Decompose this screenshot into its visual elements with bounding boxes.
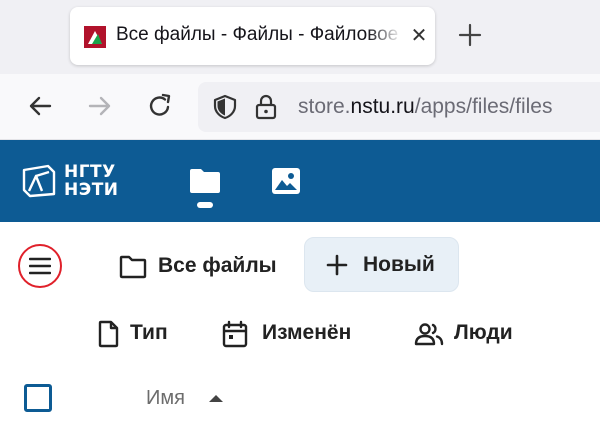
url-text: store.nstu.ru/apps/files/files: [298, 95, 552, 119]
filter-type[interactable]: Тип: [96, 318, 186, 350]
address-bar[interactable]: store.nstu.ru/apps/files/files: [198, 82, 600, 132]
url-prefix: store.: [298, 95, 351, 118]
filter-type-label: Тип: [130, 321, 168, 344]
logo-line2: НЭТИ: [64, 180, 119, 200]
filter-modified[interactable]: Изменён: [222, 318, 372, 350]
logo-line1: НГТУ: [64, 162, 116, 182]
file-icon: [98, 320, 119, 348]
forward-icon[interactable]: [84, 90, 116, 122]
active-app-indicator: [197, 202, 213, 208]
filter-modified-label: Изменён: [262, 321, 352, 344]
close-tab-icon[interactable]: ✕: [408, 24, 430, 48]
browser-nav-bar: store.nstu.ru/apps/files/files: [0, 74, 600, 140]
url-host: nstu.ru: [350, 95, 415, 118]
back-icon[interactable]: [24, 90, 56, 122]
lock-icon[interactable]: [254, 93, 278, 121]
filter-people[interactable]: Люди: [414, 318, 534, 350]
select-all-checkbox[interactable]: [24, 384, 52, 412]
new-button[interactable]: Новый: [304, 237, 459, 292]
new-button-label: Новый: [363, 253, 435, 276]
sort-ascending-icon[interactable]: [208, 393, 224, 403]
nstu-logo-mark-icon: [22, 164, 56, 198]
calendar-icon: [222, 320, 248, 348]
reload-icon[interactable]: [144, 90, 176, 122]
site-favicon-icon: [84, 26, 106, 48]
tab-title: Все файлы - Файлы - Файловое хранилище: [116, 24, 402, 45]
people-icon: [414, 323, 444, 346]
folder-outline-icon: [119, 255, 147, 279]
plus-icon: [326, 254, 348, 276]
navigation-menu-button[interactable]: [18, 244, 62, 288]
column-header-name[interactable]: Имя: [146, 387, 185, 410]
url-path: /apps/files/files: [414, 95, 553, 118]
app-header: НГТУ НЭТИ: [0, 140, 600, 222]
shield-icon[interactable]: [212, 94, 238, 120]
browser-tab-strip: Все файлы - Файлы - Файловое хранилище ✕: [0, 0, 600, 74]
new-tab-icon[interactable]: [455, 20, 485, 50]
image-icon[interactable]: [270, 166, 302, 196]
filter-people-label: Люди: [454, 321, 513, 344]
menu-icon: [29, 257, 51, 275]
breadcrumb-label: Все файлы: [158, 254, 277, 277]
browser-tab[interactable]: Все файлы - Файлы - Файловое хранилище ✕: [70, 7, 435, 65]
nstu-logo[interactable]: НГТУ НЭТИ: [22, 160, 132, 204]
folder-icon[interactable]: [188, 166, 222, 196]
logo-text: НГТУ НЭТИ: [64, 163, 119, 199]
